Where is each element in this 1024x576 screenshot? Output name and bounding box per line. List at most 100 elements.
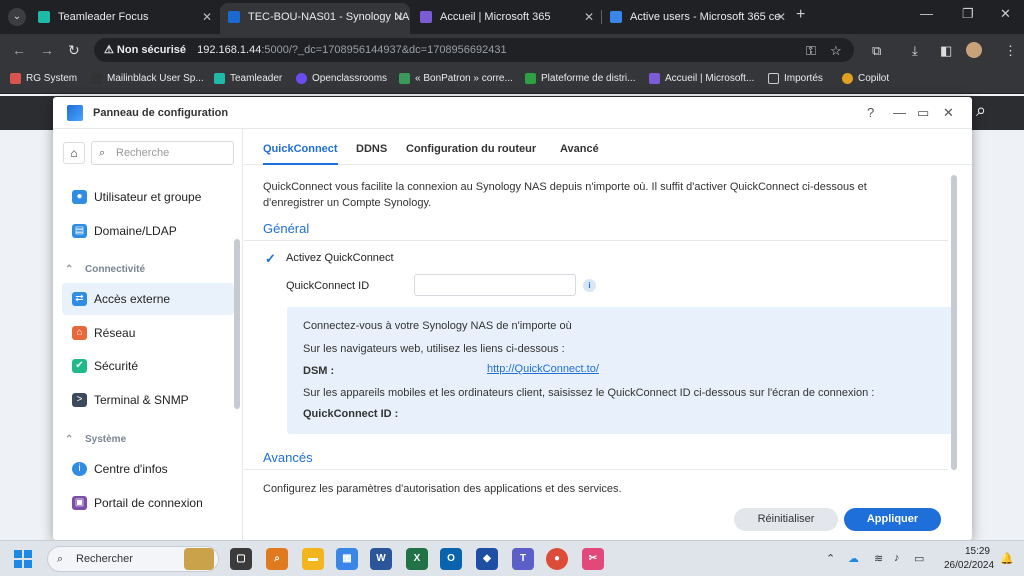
- mailinblack-icon: [91, 73, 102, 84]
- quickconnect-id-label: QuickConnect ID: [286, 280, 370, 292]
- sidebar-item-external-access[interactable]: ⇄ Accès externe: [62, 283, 234, 315]
- tab-advanced[interactable]: Avancé: [560, 143, 599, 155]
- bookmark-folder-importes[interactable]: Importés: [768, 73, 823, 84]
- bookmark-microsoft[interactable]: Accueil | Microsoft...: [649, 73, 754, 84]
- plateforme-icon: [525, 73, 536, 84]
- search-app-icon[interactable]: ⌕: [266, 548, 288, 570]
- dsm-quickconnect-link[interactable]: http://QuickConnect.to/: [487, 363, 701, 375]
- section-header-connectivity[interactable]: ⌃ Connectivité: [65, 264, 145, 275]
- section-divider: [244, 240, 948, 241]
- sidebar-item-terminal-snmp[interactable]: > Terminal & SNMP: [62, 384, 234, 416]
- dsm-search-icon[interactable]: ⌕: [976, 100, 986, 121]
- content-scrollbar[interactable]: [951, 175, 957, 470]
- bookmark-plateforme[interactable]: Plateforme de distri...: [525, 73, 635, 84]
- bookmark-copilot[interactable]: Copilot: [842, 73, 889, 84]
- search-highlight-icon[interactable]: [184, 548, 214, 570]
- minimize-window-icon[interactable]: —: [920, 6, 933, 21]
- close-tab-icon[interactable]: ✕: [202, 3, 212, 31]
- chrome-icon[interactable]: ●: [546, 548, 568, 570]
- windows-taskbar: ⌕ Rechercher ▢ ⌕ ▬ ▦ W X O ◆ T ● ✂ ⌃ ☁ ≋…: [0, 540, 1024, 576]
- network-icon: ⌂: [72, 326, 87, 340]
- close-tab-icon[interactable]: ✕: [584, 3, 594, 31]
- sidebar-item-security[interactable]: ✔ Sécurité: [62, 350, 234, 382]
- chrome-menu-icon[interactable]: ⋮: [1004, 43, 1017, 59]
- file-explorer-icon[interactable]: ▬: [302, 548, 324, 570]
- bookmark-star-icon[interactable]: ☆: [830, 43, 842, 59]
- task-view-icon[interactable]: ▢: [230, 548, 252, 570]
- info-line-browsers: Sur les navigateurs web, utilisez les li…: [303, 343, 565, 355]
- back-icon[interactable]: ←: [12, 42, 26, 58]
- home-icon[interactable]: ⌂: [63, 142, 85, 164]
- close-window-icon[interactable]: ✕: [1000, 6, 1011, 22]
- apply-button[interactable]: Appliquer: [844, 508, 941, 531]
- reset-button[interactable]: Réinitialiser: [734, 508, 838, 531]
- remote-app-icon[interactable]: ◆: [476, 548, 498, 570]
- section-divider: [244, 469, 948, 470]
- word-icon[interactable]: W: [370, 548, 392, 570]
- enable-quickconnect-checkbox[interactable]: ✓: [265, 252, 278, 265]
- close-tab-icon[interactable]: ✕: [394, 3, 404, 31]
- browser-tab-synology[interactable]: TEC-BOU-NAS01 - Synology NA ✕: [220, 3, 410, 34]
- wifi-icon[interactable]: ≋: [874, 552, 883, 565]
- minimize-icon[interactable]: —: [893, 105, 906, 120]
- teamleader-favicon-icon: [38, 11, 50, 23]
- browser-tab-active-users[interactable]: Active users - Microsoft 365 ce ✕: [602, 3, 792, 34]
- quickconnect-id-input[interactable]: [414, 274, 576, 296]
- browser-tab-teamleader[interactable]: Teamleader Focus ✕: [30, 3, 218, 34]
- bookmark-openclassrooms[interactable]: Openclassrooms: [296, 73, 387, 84]
- browser-tab-microsoft365[interactable]: Accueil | Microsoft 365 ✕: [412, 3, 600, 34]
- sidebar-item-login-portal[interactable]: ▣ Portail de connexion: [62, 487, 234, 519]
- info-line-mobile: Sur les appareils mobiles et les ordinat…: [303, 387, 875, 399]
- domain-icon: ▤: [72, 224, 87, 238]
- sidebar-scrollbar[interactable]: [234, 239, 240, 409]
- sidebar-search-input[interactable]: ⌕ Recherche: [91, 141, 234, 165]
- help-icon[interactable]: ?: [867, 105, 874, 120]
- sidebar-item-domain-ldap[interactable]: ▤ Domaine/LDAP: [62, 215, 234, 247]
- download-icon[interactable]: ⤓: [912, 43, 918, 59]
- bookmark-rg-system[interactable]: RG System: [10, 73, 77, 84]
- close-tab-icon[interactable]: ✕: [776, 3, 786, 31]
- teams-icon[interactable]: T: [512, 548, 534, 570]
- address-bar[interactable]: ⚠ Non sécurisé 192.168.1.44:5000/?_dc=17…: [94, 38, 854, 62]
- microsoft365-favicon-icon: [420, 11, 432, 23]
- tab-ddns[interactable]: DDNS: [356, 143, 387, 155]
- bookmark-bonpatron[interactable]: « BonPatron » corre...: [399, 73, 513, 84]
- password-key-icon[interactable]: ⚿: [806, 43, 816, 59]
- bookmark-mailinblack[interactable]: Mailinblack User Sp...: [91, 73, 204, 84]
- sidebar-item-info-center[interactable]: i Centre d'infos: [62, 453, 234, 485]
- not-secure-indicator[interactable]: ⚠ Non sécurisé: [104, 44, 186, 56]
- browser-tabstrip: ⌄ Teamleader Focus ✕ TEC-BOU-NAS01 - Syn…: [0, 0, 1024, 34]
- restore-window-icon[interactable]: ❐: [962, 6, 974, 22]
- maximize-icon[interactable]: ▭: [917, 105, 929, 121]
- tab-router-configuration[interactable]: Configuration du routeur: [406, 143, 536, 155]
- bonpatron-icon: [399, 73, 410, 84]
- new-tab-icon[interactable]: +: [796, 6, 805, 24]
- snipping-tool-icon[interactable]: ✂: [582, 548, 604, 570]
- enable-quickconnect-label[interactable]: Activez QuickConnect: [286, 252, 394, 264]
- sidebar-item-network[interactable]: ⌂ Réseau: [62, 317, 234, 349]
- outlook-icon[interactable]: O: [440, 548, 462, 570]
- info-icon[interactable]: i: [583, 279, 596, 292]
- store-icon[interactable]: ▦: [336, 548, 358, 570]
- search-icon: ⌕: [99, 147, 106, 159]
- forward-icon[interactable]: →: [40, 42, 54, 58]
- extensions-icon[interactable]: ⧉: [872, 43, 881, 59]
- notification-bell-icon[interactable]: 🔔: [1000, 552, 1014, 565]
- tab-search-icon[interactable]: ⌄: [8, 8, 26, 26]
- taskbar-clock[interactable]: 15:29 26/02/2024: [944, 545, 994, 573]
- windows-start-icon[interactable]: [14, 550, 32, 568]
- onedrive-cloud-icon[interactable]: ☁: [848, 552, 859, 565]
- volume-icon[interactable]: ♪: [894, 552, 900, 564]
- reload-icon[interactable]: ↻: [68, 42, 80, 59]
- terminal-icon: >: [72, 393, 87, 407]
- battery-icon[interactable]: ▭: [914, 552, 924, 565]
- excel-icon[interactable]: X: [406, 548, 428, 570]
- tab-quickconnect[interactable]: QuickConnect: [263, 143, 338, 165]
- section-header-system[interactable]: ⌃ Système: [65, 434, 126, 445]
- sidebar-item-user-group[interactable]: ● Utilisateur et groupe: [62, 181, 234, 213]
- tray-chevron-up-icon[interactable]: ⌃: [826, 552, 835, 565]
- profile-avatar[interactable]: [966, 42, 982, 58]
- bookmark-teamleader[interactable]: Teamleader: [214, 73, 282, 84]
- close-icon[interactable]: ✕: [943, 105, 954, 121]
- side-panel-icon[interactable]: ◧: [940, 43, 952, 59]
